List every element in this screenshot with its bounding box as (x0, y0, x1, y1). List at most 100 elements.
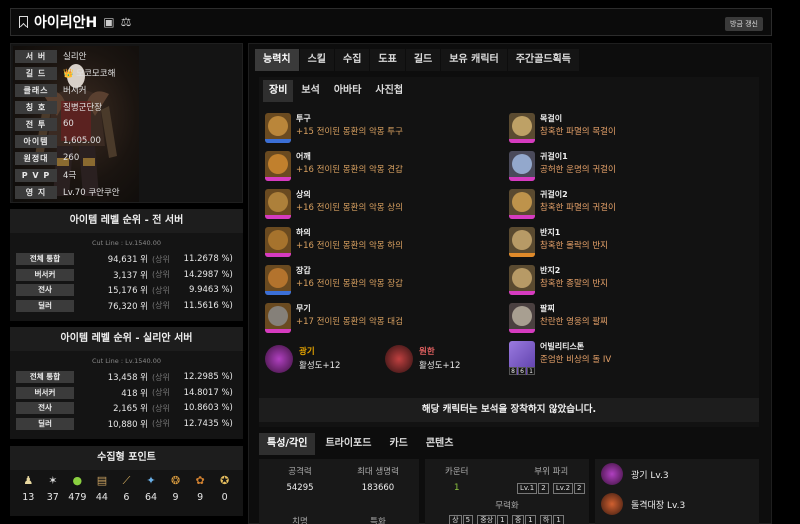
tab-tripod[interactable]: 트라이포드 (317, 433, 379, 455)
engraving-item[interactable]: 광기 Lv.3 (595, 459, 759, 489)
equip-helmet[interactable]: 투구 +15 전이된 몽환의 악몽 투구 (265, 113, 403, 143)
profile-label: 클래스 (15, 83, 57, 97)
ability-stone[interactable]: 8 6 1 어빌리티스톤 준엄한 비상의 돌 IV (509, 341, 611, 375)
detail-panel: 능력치 스킬 수집 도표 길드 보유 캐릭터 주간골드획득 장비 보석 아바타 … (248, 43, 772, 524)
rank-row: 딜러 10,880 위 (상위 12.7435 %) (16, 417, 237, 431)
id-card-icon[interactable]: ▣ (103, 15, 114, 29)
collect-item[interactable]: ✪ 0 (214, 474, 236, 503)
helmet-icon (265, 113, 291, 143)
profile-row-estate: 영 지 Lv.70 쿠안쿠안 (15, 184, 240, 201)
engraving-madness[interactable]: 광기 활성도+12 (265, 345, 340, 373)
rank-label: 버서커 (16, 268, 74, 281)
counter-stat: 카운터 1 (445, 465, 468, 493)
bookmark-icon[interactable] (19, 16, 28, 28)
collect-item[interactable]: ♟ 13 (17, 474, 39, 503)
rank-server-panel: 아이템 레벨 순위 - 실리안 서버 Cut Line : Lv.1540.00… (10, 327, 243, 439)
giant-heart-icon: ⟋ (122, 474, 131, 487)
tab-engravings[interactable]: 특성/각인 (259, 433, 316, 455)
shoulder-icon (265, 151, 291, 181)
tab-characters[interactable]: 보유 캐릭터 (441, 49, 507, 71)
equip-earring1[interactable]: 귀걸이1 공허한 운명의 귀걸이 (509, 151, 616, 181)
stone-num: 1 (527, 367, 535, 375)
rank-percent: 9.9463 %) (189, 285, 233, 295)
equip-shoulder[interactable]: 어깨 +16 전이된 몽환의 악몽 견갑 (265, 151, 403, 181)
stat-value: 1 (453, 483, 460, 493)
rank-upper: (상위 (152, 388, 170, 397)
stat-value: 183660 (361, 483, 395, 493)
subtab-album[interactable]: 사진첩 (369, 80, 409, 102)
equip-pants[interactable]: 하의 +16 전이된 몽환의 악몽 하의 (265, 227, 403, 257)
equip-earring2[interactable]: 귀걸이2 참혹한 파멸의 귀걸이 (509, 189, 616, 219)
tab-collection[interactable]: 수집 (335, 49, 370, 71)
equip-weapon[interactable]: 무기 +17 전이된 몽환의 악몽 대검 (265, 303, 403, 333)
scale-icon[interactable]: ⚖ (121, 15, 132, 29)
equip-slot: 귀걸이2 (540, 190, 568, 199)
neutral-label: 중 (511, 515, 525, 524)
engraving-label: 돌격대장 Lv.3 (631, 500, 686, 511)
tab-stats[interactable]: 능력치 (255, 49, 299, 71)
equip-necklace[interactable]: 목걸이 참혹한 파멸의 목걸이 (509, 113, 616, 143)
rank-upper: (상위 (152, 372, 170, 382)
subtab-gems[interactable]: 보석 (295, 80, 325, 102)
ability-stone-icon: 8 6 1 (509, 341, 535, 375)
tab-weekly-gold[interactable]: 주간골드획득 (507, 49, 579, 71)
collect-value: 9 (172, 492, 179, 503)
subtab-equipment[interactable]: 장비 (263, 80, 294, 102)
collect-item[interactable]: ❂ 9 (165, 474, 187, 503)
tab-chart[interactable]: 도표 (370, 49, 405, 71)
engraving-item[interactable]: 돌격대장 Lv.3 (595, 489, 759, 519)
rank-upper: (상위 (152, 270, 170, 279)
tab-guild[interactable]: 길드 (405, 49, 441, 71)
stone-name: 어빌리티스톤 (540, 342, 585, 351)
equip-desc: +15 전이된 몽환의 악몽 투구 (296, 127, 403, 137)
earring-icon (509, 189, 535, 219)
stone-num: 8 (509, 367, 517, 375)
equip-chest[interactable]: 상의 +16 전이된 몽환의 악몽 상의 (265, 189, 403, 219)
part-lv1: Lv.1 (517, 483, 538, 494)
profile-value: 버서커 (63, 86, 87, 97)
tab-contents[interactable]: 콘텐츠 (418, 433, 462, 455)
collect-item[interactable]: ✿ 9 (189, 474, 211, 503)
stat-label: 최대 생명력 (357, 467, 399, 477)
gloves-icon (265, 265, 291, 295)
earring-icon (509, 151, 535, 181)
neutralize-stat: 무력화 상5 중상 1 중1 하1 (425, 499, 589, 524)
collect-value: 44 (95, 492, 108, 503)
tab-cards[interactable]: 카드 (381, 433, 415, 455)
grudge-icon (385, 345, 413, 373)
subtab-avatar[interactable]: 아바타 (328, 80, 368, 102)
engraving-list: 광기 Lv.3 돌격대장 Lv.3 (595, 459, 759, 524)
assault-captain-icon (601, 493, 623, 515)
rank-number: 418 위 (121, 388, 148, 399)
tab-skills[interactable]: 스킬 (299, 49, 335, 71)
equip-slot: 장갑 (296, 266, 311, 275)
collect-item[interactable]: ⟋ 6 (115, 474, 137, 503)
part-lv1-count: 2 (538, 483, 549, 494)
neutral-count: 1 (553, 515, 564, 524)
equip-ring1[interactable]: 반지1 참혹한 몰락의 반지 (509, 227, 608, 257)
equip-ring2[interactable]: 반지2 참혹한 종말의 반지 (509, 265, 608, 295)
collect-item[interactable]: ● 479 (66, 474, 88, 503)
profile-label: 원정대 (15, 151, 57, 165)
neutral-count: 1 (497, 515, 508, 524)
refresh-button[interactable]: 방금 갱신 (725, 17, 763, 31)
engraving-grudge[interactable]: 원한 활성도+12 (385, 345, 460, 373)
equip-desc: 찬란한 영웅의 팔찌 (540, 317, 608, 327)
equip-desc: 참혹한 파멸의 목걸이 (540, 127, 616, 137)
collect-item[interactable]: ✶ 37 (42, 474, 64, 503)
equip-gloves[interactable]: 장갑 +16 전이된 몽환의 악몽 장갑 (265, 265, 403, 295)
equip-bracelet[interactable]: 팔찌 찬란한 영웅의 팔찌 (509, 303, 608, 333)
rank-server-title: 아이템 레벨 순위 - 실리안 서버 (10, 327, 243, 351)
engraving-value: 활성도+12 (419, 361, 461, 371)
omnium-star-icon: ✪ (220, 474, 230, 487)
collect-item[interactable]: ✦ 64 (140, 474, 162, 503)
collect-value: 0 (221, 492, 228, 503)
great-art-icon: ▤ (96, 474, 108, 487)
equip-slot: 하의 (296, 228, 311, 237)
collect-item[interactable]: ▤ 44 (91, 474, 113, 503)
equip-desc: 참혹한 몰락의 반지 (540, 241, 608, 251)
part-lv2-count: 2 (574, 483, 585, 494)
profile-value[interactable]: 👑 모코모코해 (63, 67, 115, 79)
hp-stat: 최대 생명력 183660 (343, 465, 413, 493)
equip-slot: 귀걸이1 (540, 152, 568, 161)
